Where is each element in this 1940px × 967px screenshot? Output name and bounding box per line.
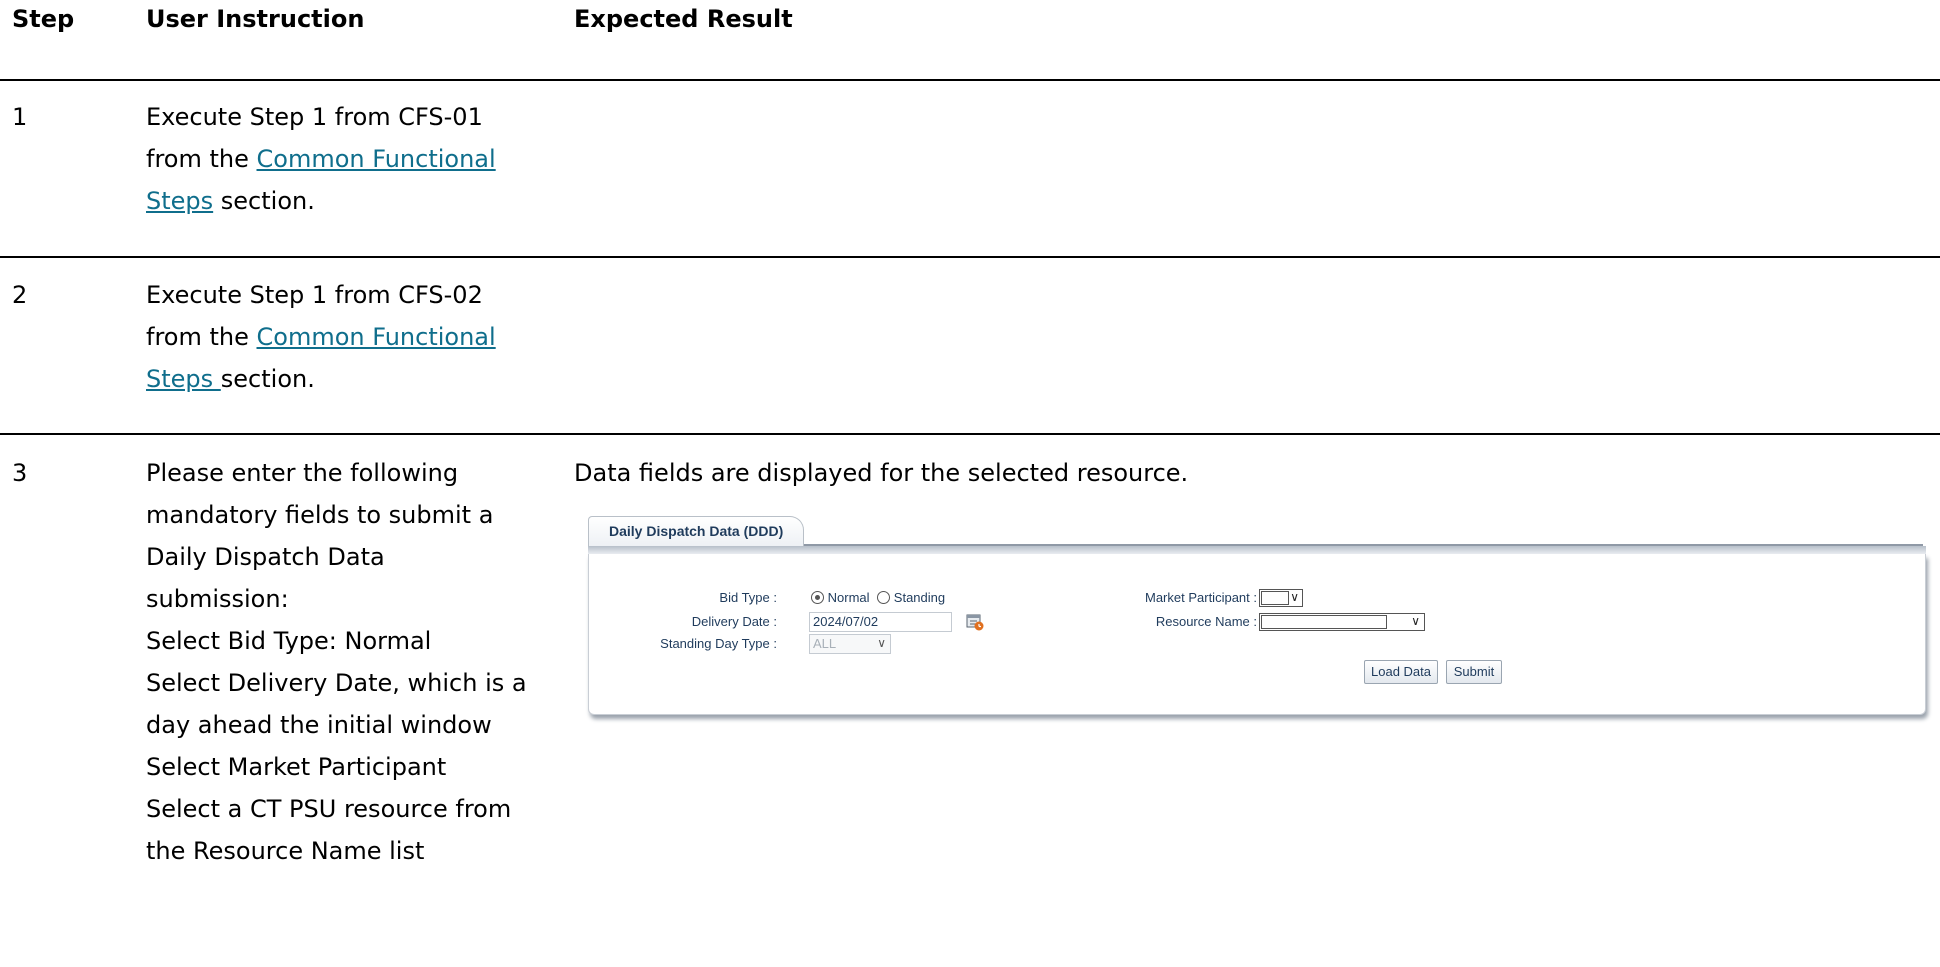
step-2-prefix: from the	[146, 323, 257, 351]
bid-type-label: Bid Type :	[719, 590, 777, 605]
item-3-text: Select Market Participant	[146, 753, 447, 781]
market-participant-label: Market Participant :	[1145, 590, 1257, 605]
market-participant-value-box	[1261, 591, 1289, 605]
header-divider	[0, 79, 1940, 81]
intro-line-4: submission:	[146, 585, 289, 613]
common-functional-steps-link-1a[interactable]: Common Functional	[257, 145, 496, 173]
ddd-panel-screenshot: Daily Dispatch Data (DDD) Bid Type : Nor…	[588, 516, 1926, 720]
form-body: Bid Type : Normal Standing Delivery Date…	[588, 554, 1926, 715]
step-number-1: 1	[12, 103, 28, 131]
tab-daily-dispatch-data[interactable]: Daily Dispatch Data (DDD)	[588, 516, 804, 546]
resource-name-select[interactable]: ∨	[1259, 613, 1425, 631]
header-expected-result: Expected Result	[574, 5, 793, 33]
row-divider-2	[0, 433, 1940, 435]
bid-type-radio-group: Normal Standing	[811, 590, 945, 605]
tab-underline	[798, 544, 1923, 546]
calendar-icon[interactable]	[965, 612, 985, 632]
step-2-suffix: section.	[220, 365, 315, 393]
resource-name-value-box	[1261, 615, 1387, 629]
standing-day-type-label: Standing Day Type :	[660, 636, 777, 651]
step-1-line1: Execute Step 1 from CFS-01	[146, 103, 483, 131]
item-1-text: Select Bid Type: Normal	[146, 627, 432, 655]
delivery-date-input[interactable]: 2024/07/02	[809, 612, 952, 632]
load-data-button[interactable]: Load Data	[1364, 660, 1438, 684]
chevron-down-icon: ∨	[1290, 590, 1299, 604]
instruction-market-participant: Select Market Participant	[146, 746, 566, 788]
item-4-line-1: Select a CT PSU resource from	[146, 795, 512, 823]
resource-name-label: Resource Name :	[1155, 614, 1257, 629]
step-2-line1: Execute Step 1 from CFS-02	[146, 281, 483, 309]
radio-normal[interactable]	[811, 591, 824, 604]
standing-day-type-select: ALL ∨	[809, 634, 891, 654]
header-user-instruction: User Instruction	[146, 5, 365, 33]
radio-normal-label: Normal	[827, 590, 870, 605]
common-functional-steps-link-2b[interactable]: Steps	[146, 365, 221, 393]
step-number-3: 3	[12, 459, 28, 487]
tab-bar	[588, 546, 1926, 554]
submit-button[interactable]: Submit	[1446, 660, 1502, 684]
step-number-2: 2	[12, 281, 28, 309]
item-2-line-1: Select Delivery Date, which is a	[146, 669, 527, 697]
step-2-instruction: Execute Step 1 from CFS-02 from the Comm…	[146, 274, 566, 400]
intro-line-3: Daily Dispatch Data	[146, 543, 385, 571]
radio-standing[interactable]	[877, 591, 891, 604]
intro-line-1: Please enter the following	[146, 459, 459, 487]
step-3-intro: Please enter the following mandatory fie…	[146, 452, 566, 620]
step-3-instruction: Please enter the following mandatory fie…	[146, 452, 566, 872]
common-functional-steps-link-1b[interactable]: Steps	[146, 187, 213, 215]
step-1-suffix: section.	[213, 187, 315, 215]
row-divider-1	[0, 256, 1940, 258]
step-1-instruction: Execute Step 1 from CFS-01 from the Comm…	[146, 96, 566, 222]
item-2-line-2: day ahead the initial window	[146, 711, 492, 739]
chevron-down-icon: ∨	[1411, 614, 1420, 628]
radio-standing-label: Standing	[893, 590, 946, 605]
instruction-delivery-date: Select Delivery Date, which is a day ahe…	[146, 662, 566, 746]
step-1-prefix: from the	[146, 145, 257, 173]
header-step: Step	[12, 5, 75, 33]
instruction-resource-name: Select a CT PSU resource from the Resour…	[146, 788, 566, 872]
instruction-bid-type: Select Bid Type: Normal	[146, 620, 566, 662]
chevron-down-icon: ∨	[877, 636, 886, 650]
delivery-date-label: Delivery Date :	[691, 614, 777, 629]
standing-day-type-value: ALL	[813, 636, 837, 651]
common-functional-steps-link-2a[interactable]: Common Functional	[257, 323, 496, 351]
item-4-line-2: the Resource Name list	[146, 837, 425, 865]
expected-result-3: Data fields are displayed for the select…	[574, 459, 1189, 487]
intro-line-2: mandatory fields to submit a	[146, 501, 494, 529]
market-participant-select[interactable]: ∨	[1259, 589, 1303, 607]
